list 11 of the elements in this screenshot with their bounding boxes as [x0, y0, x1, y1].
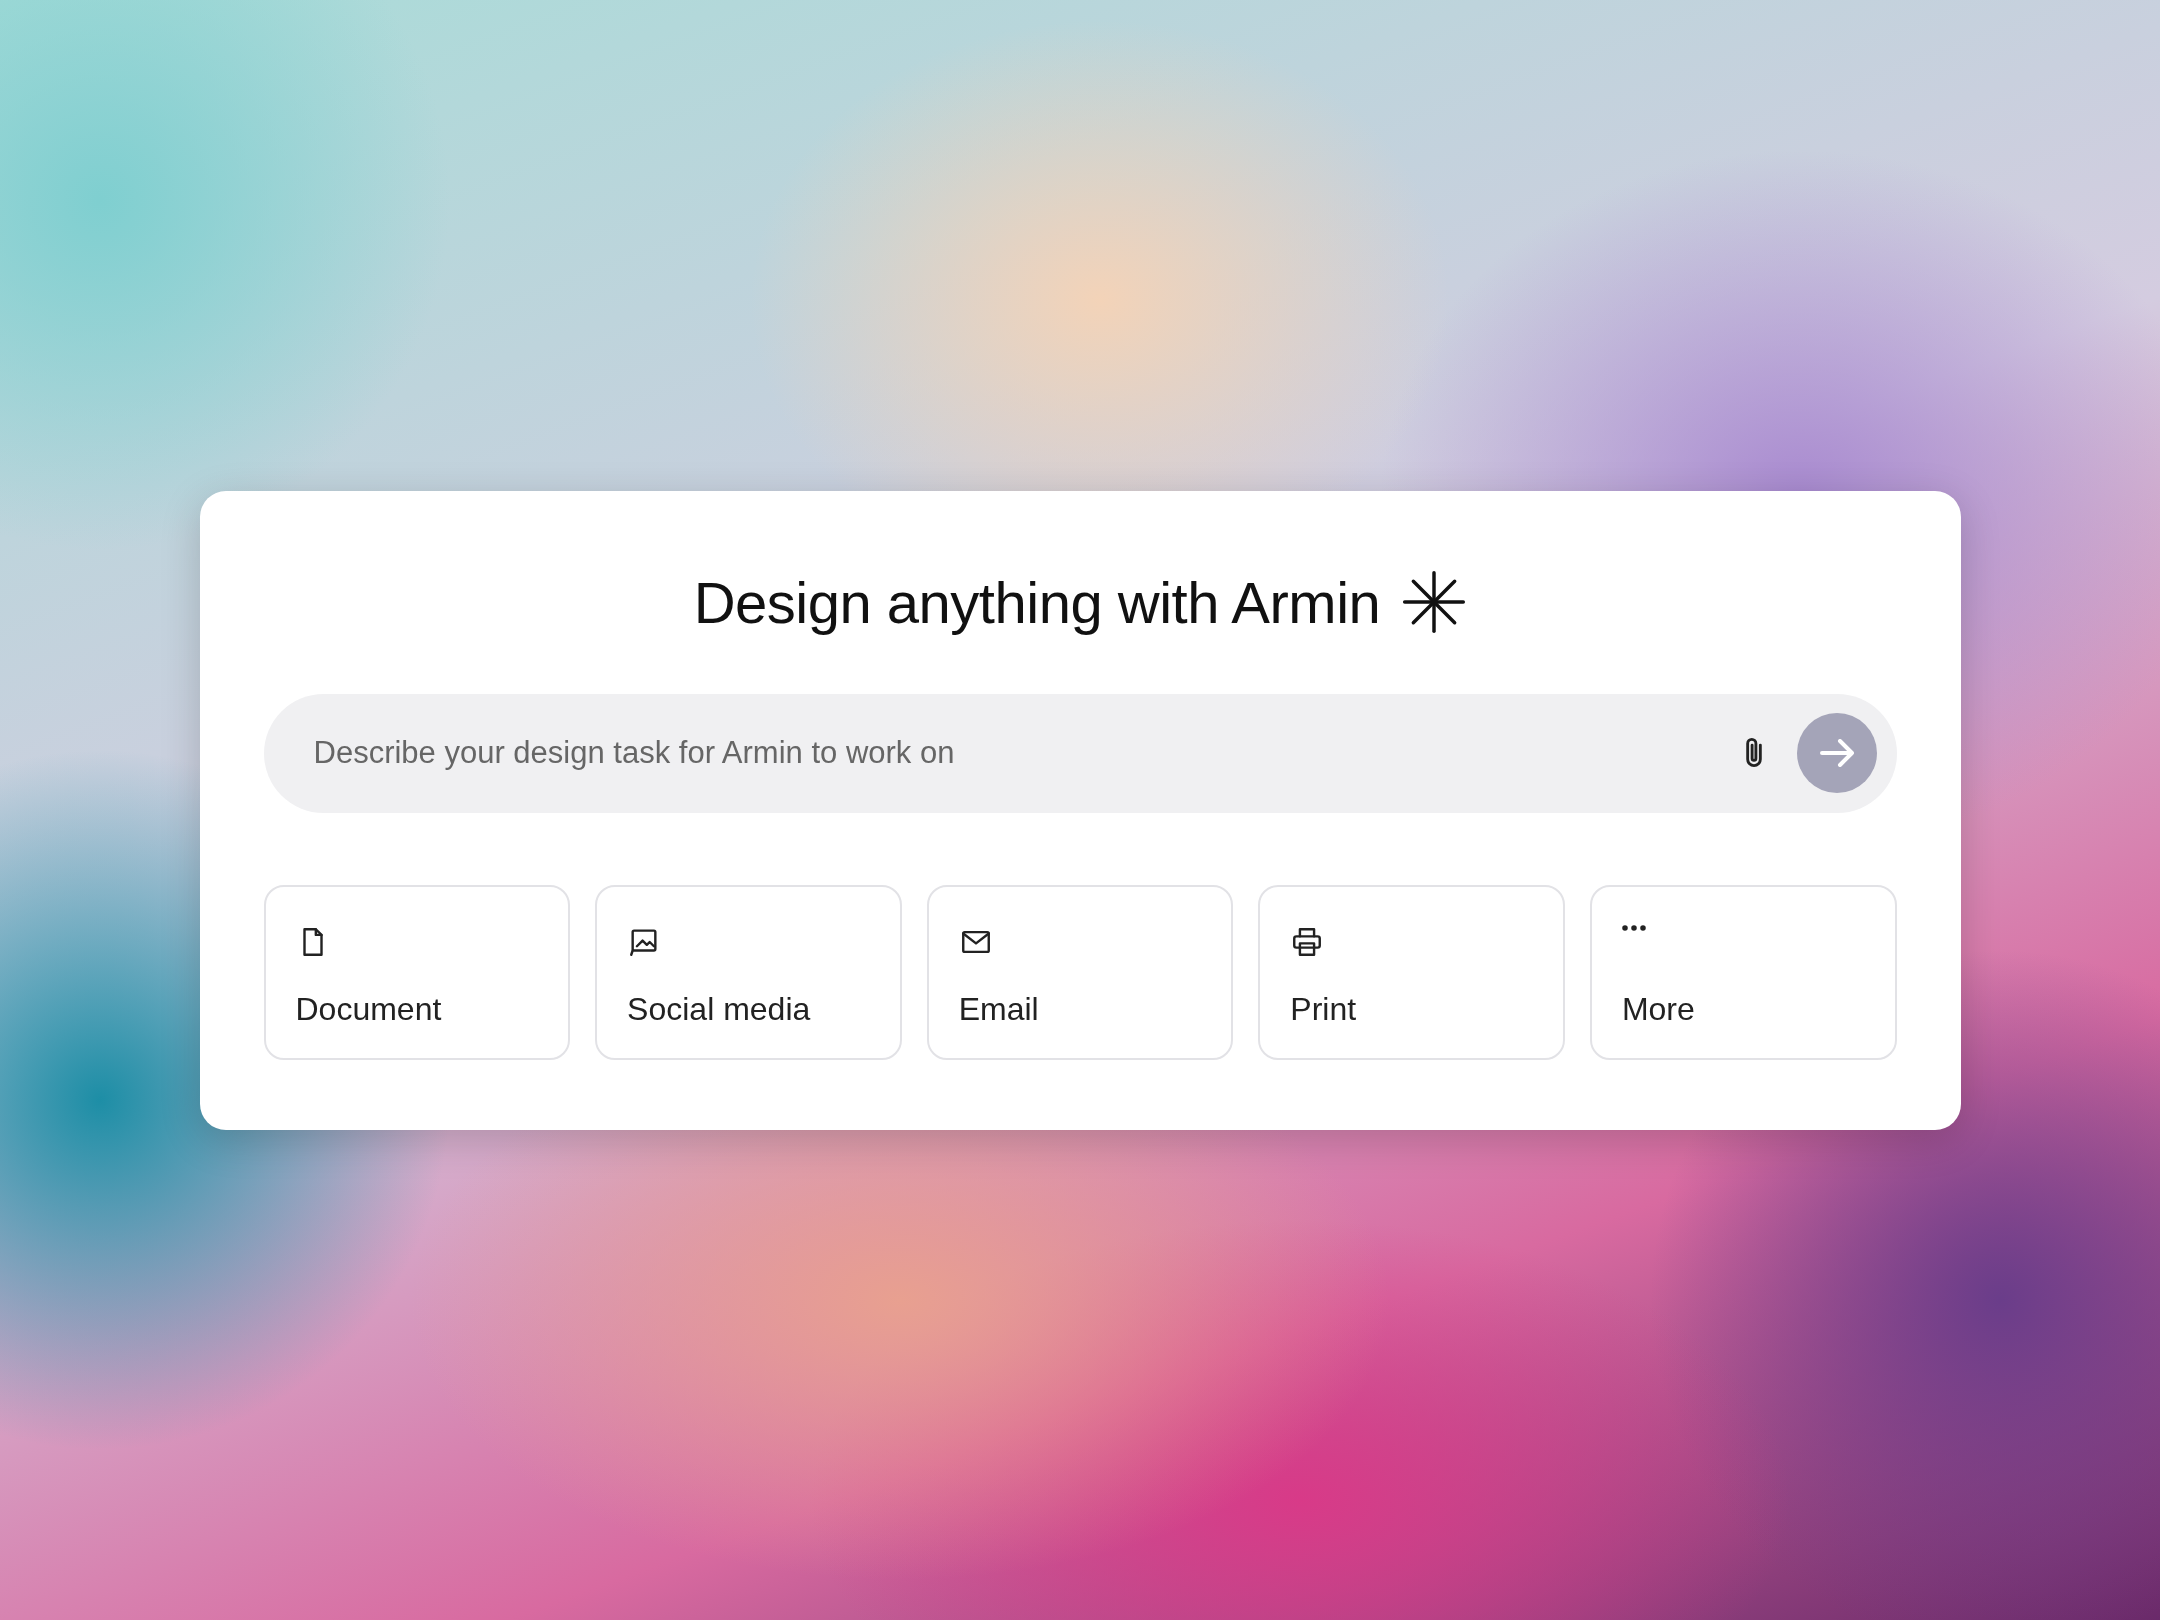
- prompt-field[interactable]: Describe your design task for Armin to work on: [263, 693, 1897, 813]
- category-tile[interactable]: More: [1589, 884, 1897, 1060]
- prompt-input[interactable]: Describe your design task for Armin to work on: [311, 734, 1711, 772]
- category-tile[interactable]: Document: [263, 884, 571, 1060]
- heading: Design anything with Armin: [693, 568, 1381, 636]
- category-tile[interactable]: Print: [1258, 884, 1565, 1060]
- arrow-icon: [1819, 739, 1854, 767]
- sparkle-icon: [1402, 570, 1467, 634]
- more-icon: [1621, 924, 1646, 931]
- category-tile[interactable]: Social media: [595, 884, 902, 1060]
- category-tile[interactable]: Email: [926, 884, 1234, 1060]
